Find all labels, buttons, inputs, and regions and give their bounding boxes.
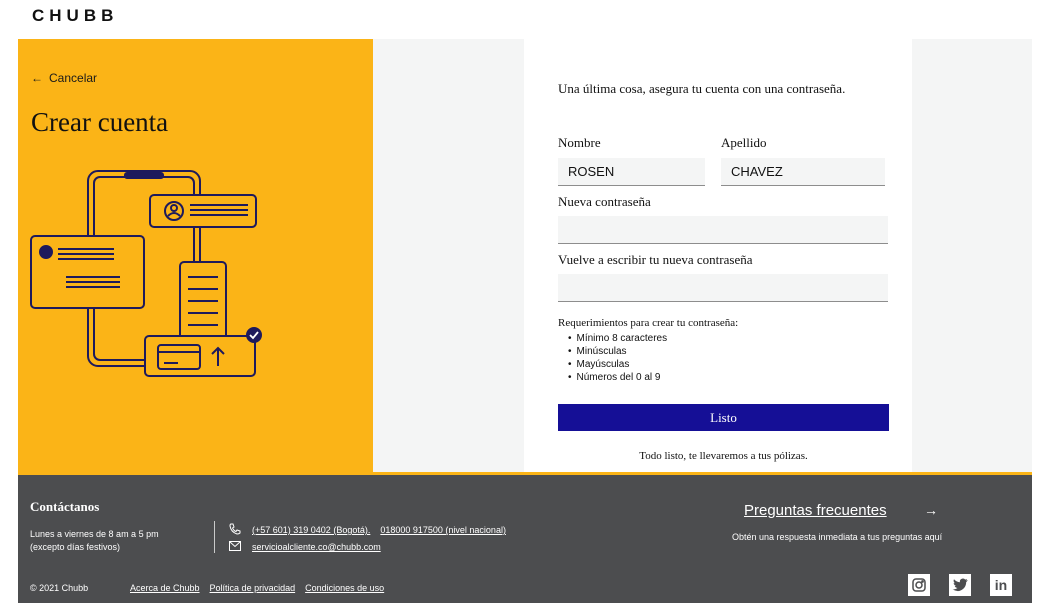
account-illustration xyxy=(30,170,262,377)
privacy-link[interactable]: Política de privacidad xyxy=(210,583,296,593)
linkedin-glyph: in xyxy=(994,577,1008,593)
phone-national-link[interactable]: 018000 917500 (nivel nacional) xyxy=(380,525,506,535)
hours-line: Lunes a viernes de 8 am a 5 pm xyxy=(30,529,159,539)
requirement-item: Números del 0 al 9 xyxy=(568,371,667,384)
back-arrow-icon: ← xyxy=(31,71,43,85)
last-name-label: Apellido xyxy=(721,135,767,150)
about-link[interactable]: Acerca de Chubb xyxy=(130,583,200,593)
copyright: © 2021 Chubb xyxy=(30,583,89,593)
alert-badge xyxy=(39,245,53,259)
arrow-right-icon[interactable]: → xyxy=(924,502,938,518)
terms-link[interactable]: Condiciones de uso xyxy=(305,583,384,593)
chubb-logo: CHUBB xyxy=(32,6,119,25)
requirements-list: Mínimo 8 caracteres Minúsculas Mayúscula… xyxy=(568,332,668,384)
form-intro: Una última cosa, asegura tu cuenta con u… xyxy=(558,81,846,96)
instagram-icon[interactable] xyxy=(908,574,930,596)
phone-row: (+57 601) 319 0402 (Bogotá). 018000 9175… xyxy=(228,523,516,537)
mail-icon xyxy=(228,541,242,553)
email-row: servicioalcliente.co@chubb.com xyxy=(228,541,391,553)
requirement-item: Mínimo 8 caracteres xyxy=(568,332,668,345)
page-title: Crear cuenta xyxy=(31,107,169,137)
new-password-label: Nueva contraseña xyxy=(558,194,651,209)
requirement-item: Mayúsculas xyxy=(568,358,667,371)
email-link[interactable]: servicioalcliente.co@chubb.com xyxy=(252,542,381,552)
confirm-password-label: Vuelve a escribir tu nueva contraseña xyxy=(558,252,753,267)
faq-subtitle: Obtén una respuesta inmediata a tus preg… xyxy=(732,532,943,542)
first-name-label: Nombre xyxy=(558,135,601,150)
twitter-icon[interactable] xyxy=(949,574,971,596)
left-panel: ← Cancelar Crear cuenta xyxy=(18,39,373,472)
phone-icon xyxy=(228,523,242,537)
create-account-form: Una última cosa, asegura tu cuenta con u… xyxy=(524,39,912,472)
last-name-field[interactable] xyxy=(721,158,885,186)
submit-button[interactable]: Listo xyxy=(558,404,889,431)
left-gray-gutter xyxy=(373,39,524,472)
contact-title: Contáctanos xyxy=(30,499,100,514)
contact-hours: Lunes a viernes de 8 am a 5 pm (excepto … xyxy=(30,528,159,554)
hours-note: (excepto días festivos) xyxy=(30,542,121,552)
footer: Contáctanos Lunes a viernes de 8 am a 5 … xyxy=(18,475,1032,603)
cancel-link[interactable]: ← Cancelar xyxy=(31,71,97,85)
cancel-label: Cancelar xyxy=(49,71,98,85)
linkedin-icon[interactable]: in xyxy=(990,574,1012,596)
contact-divider xyxy=(214,521,215,553)
faq-link[interactable]: Preguntas frecuentes xyxy=(744,502,887,519)
phone-bogota-link[interactable]: (+57 601) 319 0402 (Bogotá). xyxy=(252,525,370,535)
requirement-item: Minúsculas xyxy=(568,345,667,358)
requirements-title: Requerimientos para crear tu contraseña: xyxy=(558,317,739,329)
check-badge-icon xyxy=(246,327,262,343)
done-message: Todo listo, te llevaremos a tus pólizas. xyxy=(639,450,808,462)
right-gray-gutter xyxy=(912,39,1032,472)
phone-speaker xyxy=(124,172,164,179)
new-password-field[interactable] xyxy=(558,216,888,244)
footer-links: Acerca de Chubb Política de privacidad C… xyxy=(130,583,384,593)
first-name-field[interactable] xyxy=(558,158,705,186)
confirm-password-field[interactable] xyxy=(558,274,888,302)
